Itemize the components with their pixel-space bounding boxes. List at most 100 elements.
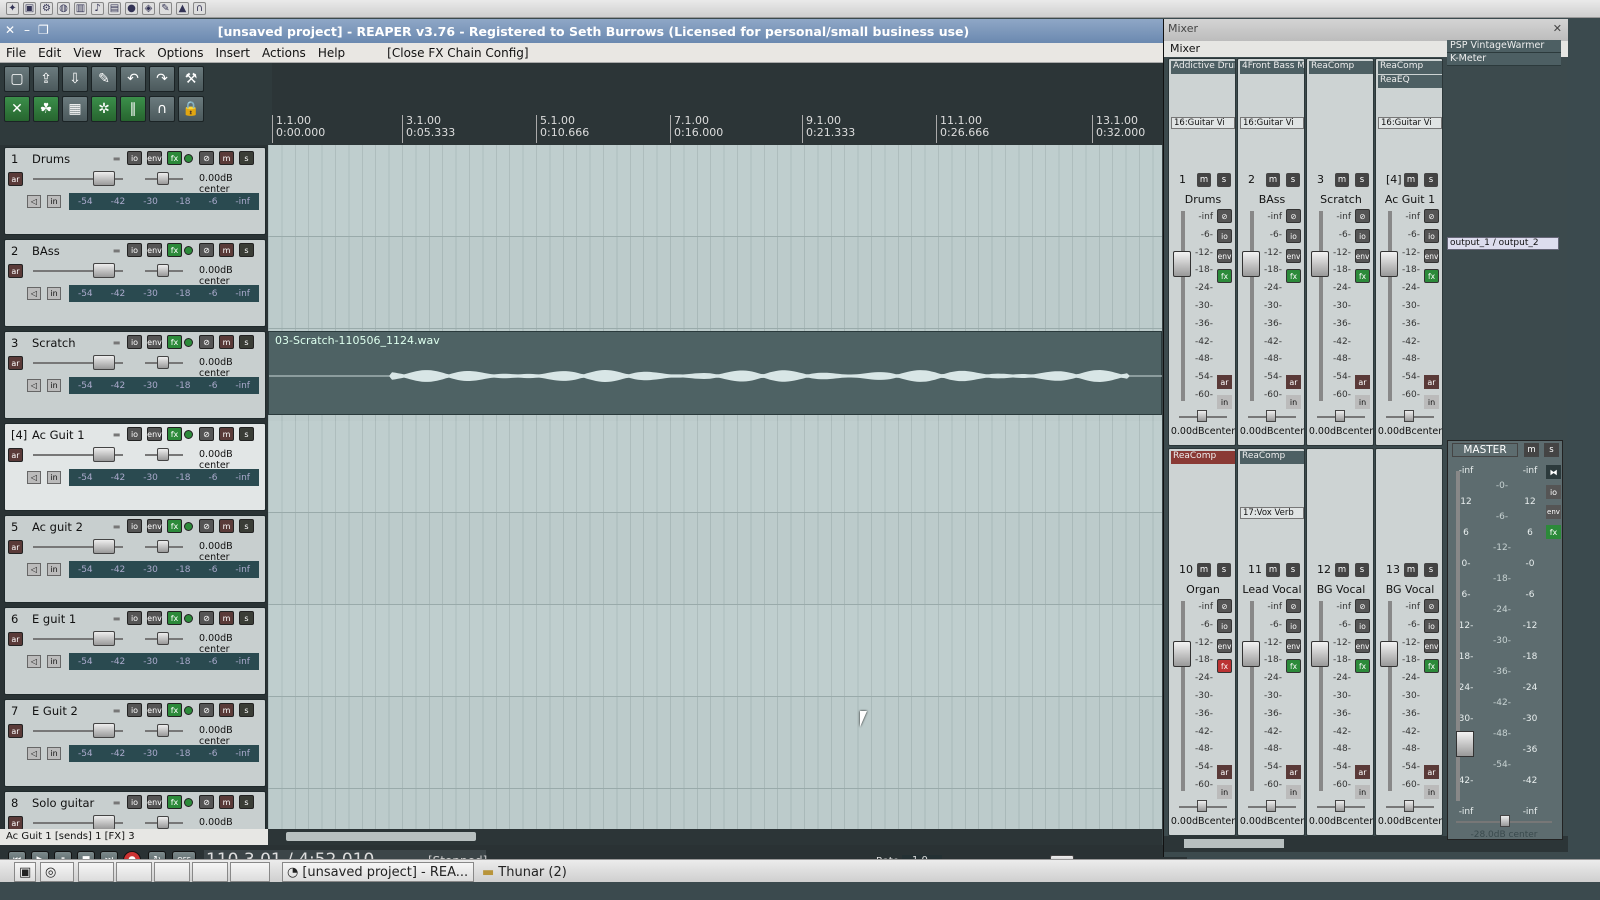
track-panel[interactable]: 7 E Guit 2 ▬ io env fx ⊘ m s ar 0.00dB center ◁ in -5… [4, 699, 266, 787]
volume-knob[interactable] [93, 631, 115, 646]
timeline-ruler[interactable]: 1.1.00 0:00.000 3.1.00 0:05.333 5.1.00 0:10.6… [272, 63, 1187, 145]
phase-icon[interactable]: ⊘ [199, 151, 214, 165]
record-arm-dot[interactable] [184, 338, 193, 347]
mute-button[interactable]: m [1266, 563, 1280, 577]
menu-item[interactable]: File [0, 46, 32, 60]
menu-item[interactable]: Options [151, 46, 209, 60]
volume-fader[interactable] [1181, 211, 1185, 401]
fx-button[interactable]: fx [1355, 269, 1370, 283]
pin-icon[interactable]: ✦ [6, 2, 19, 15]
folder-icon[interactable]: ▬ [109, 703, 124, 717]
input-button[interactable]: in [47, 471, 61, 484]
track-name[interactable]: BAss [32, 244, 60, 258]
arm-record-button[interactable]: ar [1286, 375, 1301, 389]
monitor-icon[interactable]: ◁ [27, 563, 41, 576]
mute-button[interactable]: m [219, 519, 234, 533]
meter-icon[interactable]: ▥ [74, 2, 87, 15]
volume-knob[interactable] [93, 815, 115, 830]
env-button[interactable]: env [1424, 639, 1439, 653]
master-pan-knob[interactable] [1500, 815, 1510, 827]
track-name[interactable]: Drums [32, 152, 70, 166]
phase-icon[interactable]: ⊘ [199, 703, 214, 717]
phase-icon[interactable]: ⊘ [199, 427, 214, 441]
mute-button[interactable]: m [219, 335, 234, 349]
env-button[interactable]: env [1217, 639, 1232, 653]
send-slot[interactable]: 17:Vox Verb [1240, 507, 1304, 519]
track-panel[interactable]: 3 Scratch ▬ io env fx ⊘ m s ar 0.00dB center ◁ in -54… [4, 331, 266, 419]
ruler-marker[interactable]: 9.1.00 0:21.333 [802, 115, 855, 143]
ruler-marker[interactable]: 13.1.00 0:32.000 [1092, 115, 1145, 143]
env-button[interactable]: env [147, 335, 162, 349]
triangle-icon[interactable]: ▲ [176, 2, 189, 15]
horizontal-scrollbar[interactable] [268, 829, 1162, 845]
arm-record-button[interactable]: ar [8, 356, 23, 370]
fader-knob[interactable] [1173, 641, 1191, 667]
fx-button[interactable]: fx [167, 611, 182, 625]
snap-icon[interactable]: ✕ [4, 96, 30, 122]
folder-icon[interactable]: ▬ [109, 335, 124, 349]
redo-icon[interactable]: ↷ [149, 66, 175, 92]
mute-button[interactable]: m [219, 795, 234, 809]
env-button[interactable]: env [1286, 249, 1301, 263]
fx-slot[interactable]: 4Front Bass Mi [1240, 61, 1304, 74]
track-panel[interactable]: 5 Ac guit 2 ▬ io env fx ⊘ m s ar 0.00dB center ◁ in -… [4, 515, 266, 603]
solo-button[interactable]: s [1286, 173, 1300, 187]
pan-knob[interactable] [1404, 410, 1414, 422]
solo-button[interactable]: s [239, 243, 254, 257]
arm-record-button[interactable]: ar [1286, 765, 1301, 779]
master-fx-slot[interactable]: PSP VintageWarmer [1447, 40, 1561, 53]
record-arm-dot[interactable] [184, 246, 193, 255]
mute-button[interactable]: m [1404, 563, 1418, 577]
master-env-button[interactable]: env [1546, 505, 1561, 519]
fx-slot[interactable]: ReaComp [1171, 451, 1235, 464]
fx-button[interactable]: fx [1424, 269, 1439, 283]
fader-knob[interactable] [1380, 251, 1398, 277]
solo-button[interactable]: s [1217, 563, 1231, 577]
fader-knob[interactable] [1311, 251, 1329, 277]
monitor-icon[interactable]: ◁ [27, 471, 41, 484]
input-button[interactable]: in [47, 655, 61, 668]
fader-knob[interactable] [1242, 251, 1260, 277]
solo-button[interactable]: s [239, 335, 254, 349]
master-solo-button[interactable]: s [1544, 443, 1559, 457]
io-button[interactable]: io [127, 795, 142, 809]
window-icon[interactable]: ▣ [23, 2, 36, 15]
launcher-icon[interactable]: ◎ [40, 862, 74, 882]
phase-icon[interactable]: ⊘ [199, 795, 214, 809]
menu-item[interactable]: Help [312, 46, 351, 60]
volume-fader[interactable] [1319, 211, 1323, 401]
track-panel[interactable]: 6 E guit 1 ▬ io env fx ⊘ m s ar 0.00dB center ◁ in -5… [4, 607, 266, 695]
master-output[interactable]: output_1 / output_2 [1447, 237, 1559, 250]
env-button[interactable]: env [147, 703, 162, 717]
track-name[interactable]: Ac Guit 1 [32, 428, 85, 442]
ruler-marker[interactable]: 7.1.00 0:16.000 [670, 115, 723, 143]
workspace-5[interactable] [230, 862, 270, 882]
master-io-button[interactable]: io [1546, 485, 1561, 499]
fx-slot[interactable]: ReaComp [1378, 61, 1442, 74]
volume-knob[interactable] [93, 539, 115, 554]
phase-icon[interactable]: ⊘ [199, 611, 214, 625]
master-fader-track[interactable] [1456, 471, 1474, 801]
ruler-marker[interactable]: 1.1.00 0:00.000 [272, 115, 325, 143]
save-project-icon[interactable]: ⇩ [62, 66, 88, 92]
folder-icon[interactable]: ▬ [109, 427, 124, 441]
record-arm-dot[interactable] [184, 430, 193, 439]
pan-knob[interactable] [157, 448, 169, 461]
monitor-icon[interactable]: ◁ [27, 379, 41, 392]
ruler-marker[interactable]: 5.1.00 0:10.666 [536, 115, 589, 143]
envelope-points-icon[interactable]: ∥ [120, 96, 146, 122]
fader-knob[interactable] [1242, 641, 1260, 667]
solo-button[interactable]: s [1286, 563, 1300, 577]
mute-button[interactable]: m [219, 427, 234, 441]
mute-button[interactable]: m [1335, 563, 1349, 577]
fx-slot[interactable]: ReaComp [1240, 451, 1304, 464]
env-button[interactable]: env [1355, 639, 1370, 653]
record-arm-dot[interactable] [184, 154, 193, 163]
pan-knob[interactable] [1197, 800, 1207, 812]
arm-record-button[interactable]: ar [8, 724, 23, 738]
record-icon[interactable]: ● [125, 2, 138, 15]
io-button[interactable]: io [1355, 229, 1370, 243]
env-button[interactable]: env [147, 519, 162, 533]
solo-button[interactable]: s [239, 611, 254, 625]
phase-icon[interactable]: ⊘ [1424, 599, 1439, 613]
